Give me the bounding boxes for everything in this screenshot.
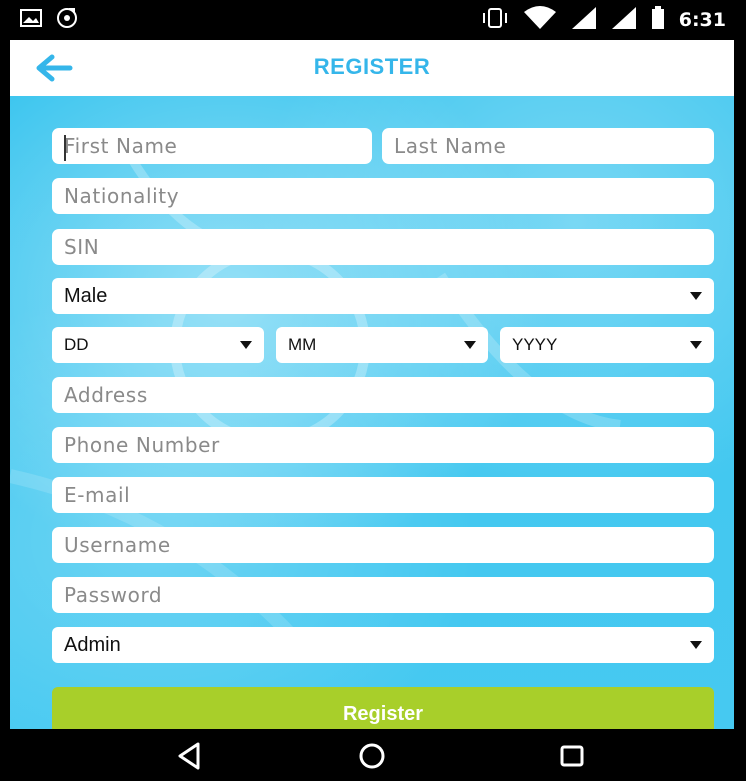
vibrate-icon <box>481 7 509 33</box>
dob-day-select[interactable]: DD <box>52 327 264 363</box>
dropdown-arrow-icon <box>240 341 252 349</box>
dob-month-select[interactable]: MM <box>276 327 488 363</box>
first-name-input[interactable] <box>52 128 372 164</box>
gender-select[interactable]: Male <box>52 278 714 314</box>
dob-year-select[interactable]: YYYY <box>500 327 714 363</box>
wifi-icon <box>523 6 557 34</box>
nationality-input[interactable] <box>52 178 714 214</box>
password-input[interactable] <box>52 577 714 613</box>
status-bar: 6:31 <box>10 0 734 40</box>
back-triangle-icon <box>178 742 200 770</box>
last-name-input[interactable] <box>382 128 714 164</box>
recents-square-icon <box>560 745 584 767</box>
dropdown-arrow-icon <box>464 341 476 349</box>
battery-icon <box>651 6 665 34</box>
gallery-icon <box>20 8 42 32</box>
dropdown-arrow-icon <box>690 641 702 649</box>
email-input[interactable] <box>52 477 714 513</box>
nav-recents-button[interactable] <box>542 739 602 773</box>
username-input[interactable] <box>52 527 714 563</box>
sin-input[interactable] <box>52 229 714 265</box>
app-header: REGISTER <box>10 40 734 96</box>
role-select-value: Admin <box>64 633 121 656</box>
gender-select-value: Male <box>64 284 108 307</box>
dob-month-value: MM <box>288 335 317 354</box>
address-input[interactable] <box>52 377 714 413</box>
register-form: Male DD MM YYYY Admin Register <box>10 96 734 745</box>
phone-screen: 6:31 REGISTER Male DD <box>10 0 734 781</box>
phone-number-input[interactable] <box>52 427 714 463</box>
dropdown-arrow-icon <box>690 341 702 349</box>
nav-home-button[interactable] <box>342 739 402 773</box>
role-select[interactable]: Admin <box>52 627 714 663</box>
dropdown-arrow-icon <box>690 292 702 300</box>
signal-icon <box>571 6 597 34</box>
home-circle-icon <box>359 743 385 769</box>
dob-day-value: DD <box>64 335 89 354</box>
signal-icon <box>611 6 637 34</box>
system-nav-bar <box>10 729 734 781</box>
page-title: REGISTER <box>313 54 431 79</box>
text-cursor <box>64 135 66 161</box>
music-icon <box>56 7 78 33</box>
dob-year-value: YYYY <box>512 335 558 354</box>
status-time: 6:31 <box>678 9 726 31</box>
nav-back-button[interactable] <box>160 739 220 773</box>
